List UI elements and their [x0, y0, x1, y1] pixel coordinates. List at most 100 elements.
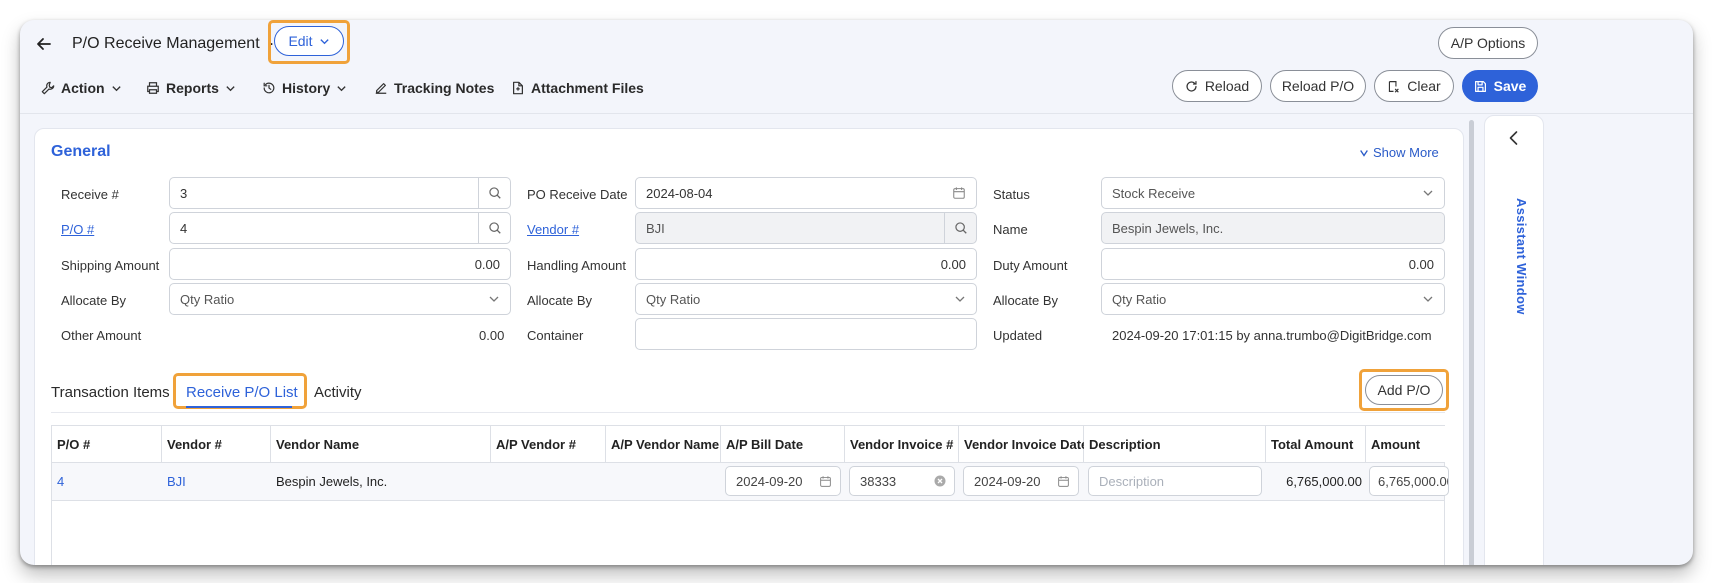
column-header[interactable]: Amount: [1366, 426, 1446, 462]
history-menu[interactable]: History: [262, 77, 347, 99]
allocate-by-label-2: Allocate By: [527, 293, 593, 308]
chevron-down-icon: [1360, 149, 1368, 157]
wrench-icon: [41, 81, 55, 95]
container-field[interactable]: [635, 318, 977, 350]
name-value: Bespin Jewels, Inc.: [1112, 220, 1224, 236]
row-vendor-link[interactable]: BJI: [167, 463, 186, 500]
allocate-by-select-3[interactable]: Qty Ratio: [1101, 283, 1445, 315]
other-amount-label: Other Amount: [61, 328, 142, 343]
column-header[interactable]: Vendor Name: [271, 426, 491, 462]
tab-transaction-items[interactable]: Transaction Items: [51, 384, 170, 401]
reload-po-label: Reload P/O: [1281, 78, 1355, 94]
row-vendor-invoice-input[interactable]: 38333: [849, 466, 955, 496]
column-header[interactable]: Total Amount: [1266, 426, 1366, 462]
po-no-search[interactable]: [478, 213, 510, 243]
po-receive-date-field[interactable]: 2024-08-04: [635, 177, 977, 209]
column-header[interactable]: P/O #: [52, 426, 162, 462]
status-select[interactable]: Stock Receive: [1101, 177, 1445, 209]
history-icon: [263, 82, 275, 94]
chevron-left-icon[interactable]: [1506, 130, 1522, 146]
allocate-by-label-3: Allocate By: [993, 293, 1059, 308]
tracking-notes-button[interactable]: Tracking Notes: [374, 77, 494, 99]
row-vendor-name: Bespin Jewels, Inc.: [276, 474, 388, 489]
attachment-files-button[interactable]: Attachment Files: [511, 77, 644, 99]
receive-no-value: 3: [180, 185, 188, 201]
receive-no-search[interactable]: [478, 178, 510, 208]
po-receive-date-label: PO Receive Date: [527, 187, 628, 202]
row-description-input[interactable]: Description: [1088, 466, 1262, 496]
row-po-link[interactable]: 4: [57, 463, 64, 500]
row-ap-bill-date-input[interactable]: 2024-09-20: [725, 466, 841, 496]
chevron-down-icon: [226, 85, 235, 91]
receive-no-field[interactable]: 3: [169, 177, 511, 209]
reload-icon: [1186, 80, 1197, 92]
status-label: Status: [993, 187, 1030, 202]
edit-button-label: Edit: [288, 33, 313, 49]
calendar-icon[interactable]: [1057, 475, 1070, 488]
row-vendor-invoice-value: 38333: [860, 473, 897, 489]
allocate-by-select-2[interactable]: Qty Ratio: [635, 283, 977, 315]
printer-icon: [147, 82, 159, 94]
column-header[interactable]: Vendor Invoice Date: [959, 426, 1088, 462]
row-vendor-invoice-date-input[interactable]: 2024-09-20: [963, 466, 1079, 496]
column-header[interactable]: A/P Bill Date: [721, 426, 845, 462]
history-label: History: [282, 80, 331, 96]
shipping-amount-value: 0.00: [474, 256, 500, 272]
reload-po-button[interactable]: Reload P/O: [1270, 70, 1366, 102]
clear-label: Clear: [1407, 78, 1441, 94]
po-no-label-link[interactable]: P/O #: [61, 222, 94, 237]
name-label: Name: [993, 222, 1028, 237]
column-header[interactable]: Description: [1084, 426, 1266, 462]
updated-value: 2024-09-20 17:01:15 by anna.trumbo@Digit…: [1112, 328, 1432, 343]
allocate-by-value-3: Qty Ratio: [1112, 291, 1167, 307]
page-title: P/O Receive Management- 3: [72, 35, 286, 53]
duty-amount-field[interactable]: 0.00: [1101, 248, 1445, 280]
assistant-window-title[interactable]: Assistant Window: [1499, 198, 1529, 318]
section-title-general: General: [51, 143, 111, 160]
container-label: Container: [527, 328, 584, 343]
calendar-icon[interactable]: [952, 186, 966, 200]
column-header[interactable]: Vendor Invoice #: [845, 426, 959, 462]
reload-label: Reload: [1204, 78, 1250, 94]
attachment-files-label: Attachment Files: [531, 80, 644, 96]
column-header[interactable]: A/P Vendor Name: [606, 426, 721, 462]
handling-amount-field[interactable]: 0.00: [635, 248, 977, 280]
po-no-field[interactable]: 4: [169, 212, 511, 244]
vendor-no-search[interactable]: [944, 213, 976, 243]
calendar-icon[interactable]: [819, 475, 832, 488]
search-icon: [488, 222, 501, 234]
allocate-by-value-1: Qty Ratio: [180, 291, 235, 307]
chevron-down-icon: [955, 296, 965, 302]
row-total-amount: 6,765,000.00: [1286, 474, 1362, 489]
allocate-by-select-1[interactable]: Qty Ratio: [169, 283, 511, 315]
reload-button[interactable]: Reload: [1172, 70, 1262, 102]
vendor-no-label-link[interactable]: Vendor #: [527, 222, 579, 237]
main-card: General Show More Receive # 3 P/O # 4 Sh…: [34, 128, 1464, 565]
shipping-amount-field[interactable]: 0.00: [169, 248, 511, 280]
column-header[interactable]: A/P Vendor #: [491, 426, 606, 462]
action-menu[interactable]: Action: [41, 77, 122, 99]
chevron-down-icon: [489, 296, 499, 302]
updated-label: Updated: [993, 328, 1043, 343]
ap-options-button[interactable]: A/P Options: [1438, 27, 1538, 59]
show-more-button[interactable]: Show More: [1359, 145, 1439, 160]
edit-button[interactable]: Edit: [274, 26, 344, 56]
vertical-scrollbar[interactable]: [1469, 120, 1474, 565]
allocate-by-label-1: Allocate By: [61, 293, 127, 308]
back-arrow-icon[interactable]: [34, 34, 54, 54]
save-button[interactable]: Save: [1462, 70, 1538, 102]
clear-circle-icon[interactable]: [934, 475, 946, 487]
reports-menu[interactable]: Reports: [146, 77, 236, 99]
add-po-button[interactable]: Add P/O: [1365, 375, 1443, 405]
duty-amount-value: 0.00: [1408, 256, 1434, 272]
tab-receive-po-list[interactable]: Receive P/O List: [186, 384, 298, 401]
search-icon: [488, 187, 501, 199]
handling-amount-value: 0.00: [940, 256, 966, 272]
tab-activity[interactable]: Activity: [314, 384, 362, 401]
clear-button[interactable]: Clear: [1374, 70, 1454, 102]
save-icon: [1474, 80, 1486, 92]
add-po-label: Add P/O: [1377, 382, 1431, 398]
column-header[interactable]: Vendor #: [162, 426, 271, 462]
row-amount-input[interactable]: 6,765,000.00: [1369, 466, 1449, 496]
page-title-text: P/O Receive Management: [72, 35, 260, 52]
